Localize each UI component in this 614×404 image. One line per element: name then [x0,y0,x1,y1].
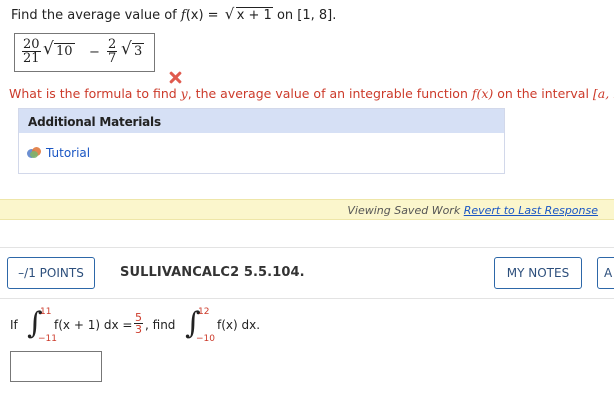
answer-root-1: √ 10 [43,39,75,59]
integrand-2: f(x) dx. [217,318,261,332]
hint-interval: [a, b] [592,86,614,101]
sqrt-icon: √ [224,5,235,23]
revert-link[interactable]: Revert to Last Response [464,204,598,217]
question-id: SULLIVANCALC2 5.5.104. [120,265,305,280]
ask-teacher-button[interactable]: A [597,257,614,289]
hint-mid: , the average value of an integrable fun… [187,86,472,101]
question2-prompt: If ∫ 11 −11 f(x + 1) dx = 5 3 , find ∫ 1… [10,306,310,346]
prompt-function-arg: (x) = [185,8,223,23]
fraction2-denominator: 7 [108,51,117,66]
points-button[interactable]: –/1 POINTS [7,257,95,289]
result-denominator: 3 [135,323,142,336]
tutorial-icon [27,147,42,158]
prompt-sqrt: √ x + 1 [224,5,273,23]
header-divider [0,298,614,299]
hint-pre: What is the formula to find [9,86,181,101]
section-divider [0,247,614,248]
hint-var: y [180,86,188,101]
hint-fn: f(x) [471,86,494,101]
find-text: , find [145,318,176,332]
integrand-1: f(x + 1) dx = [54,318,133,332]
prompt-radicand: x + 1 [235,7,273,23]
hint-text: What is the formula to find y, the avera… [9,86,614,101]
upper-limit-2: 12 [198,307,210,317]
lower-limit-2: −10 [196,334,215,344]
hint-mid2: on the interval [493,86,593,101]
my-notes-button[interactable]: MY NOTES [494,257,582,289]
viewing-saved-label: Viewing Saved Work [347,204,461,217]
saved-work-text: Viewing Saved Work Revert to Last Respon… [347,204,598,217]
tutorial-label[interactable]: Tutorial [46,146,90,160]
materials-header: Additional Materials [19,109,504,133]
prompt-lead-text: Find the average value of [11,8,181,23]
incorrect-x-icon [169,71,182,84]
answer1-input[interactable]: 20 21 √ 10 − 2 7 √ 3 [14,33,155,72]
additional-materials-panel: Additional Materials Tutorial [18,108,505,174]
prompt-end: . [332,8,337,23]
saved-work-bar: Viewing Saved Work Revert to Last Respon… [0,199,614,220]
fraction1-numerator: 20 [22,37,41,52]
question1-prompt: Find the average value of f(x) = √ x + 1 … [11,5,337,23]
prompt-interval-pre: on [272,8,298,23]
fraction2-numerator: 2 [107,37,118,52]
lower-limit-1: −11 [38,334,57,344]
result-fraction: 5 3 [134,312,143,335]
fraction1-denominator: 21 [23,51,40,66]
root2-value: 3 [132,43,145,59]
sqrt-icon: √ [121,39,132,59]
if-text: If [10,318,18,332]
answer2-input[interactable] [10,351,102,382]
answer-fraction-1: 20 21 [22,38,41,65]
answer-root-2: √ 3 [121,39,145,59]
tutorial-link[interactable]: Tutorial [27,146,90,160]
answer-minus: − [89,45,100,60]
sqrt-icon: √ [43,39,54,59]
upper-limit-1: 11 [40,307,52,317]
root1-value: 10 [54,43,75,59]
answer-fraction-2: 2 7 [107,37,118,66]
prompt-interval: [1, 8] [297,8,333,23]
